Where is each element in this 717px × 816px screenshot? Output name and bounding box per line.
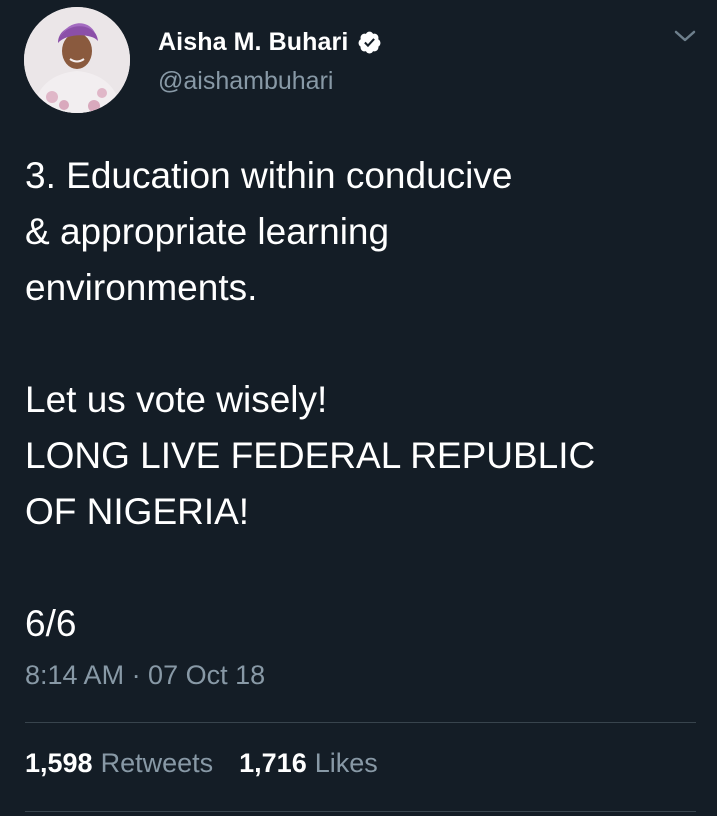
tweet-detail: Aisha M. Buhari @aishambuhari 3. Educati… xyxy=(0,0,717,816)
avatar[interactable] xyxy=(24,7,130,113)
author-display-name[interactable]: Aisha M. Buhari xyxy=(158,28,348,57)
avatar-image xyxy=(24,7,130,113)
likes-count: 1,716 xyxy=(239,748,307,778)
author-name-row[interactable]: Aisha M. Buhari xyxy=(158,26,382,58)
author-handle[interactable]: @aishambuhari xyxy=(158,67,333,96)
tweet-timestamp: 8:14 AM · 07 Oct 18 xyxy=(25,660,266,690)
retweets-stat[interactable]: 1,598 Retweets xyxy=(25,748,213,779)
divider xyxy=(25,722,696,723)
tweet-stats: 1,598 Retweets 1,716 Likes xyxy=(25,748,378,779)
chevron-down-icon[interactable] xyxy=(672,24,698,48)
likes-stat[interactable]: 1,716 Likes xyxy=(239,748,378,779)
verified-badge-icon xyxy=(357,30,382,55)
retweets-label: Retweets xyxy=(100,748,214,778)
retweets-count: 1,598 xyxy=(25,748,93,778)
divider xyxy=(25,811,696,812)
tweet-text: 3. Education within conducive & appropri… xyxy=(25,155,596,644)
likes-label: Likes xyxy=(314,748,378,778)
